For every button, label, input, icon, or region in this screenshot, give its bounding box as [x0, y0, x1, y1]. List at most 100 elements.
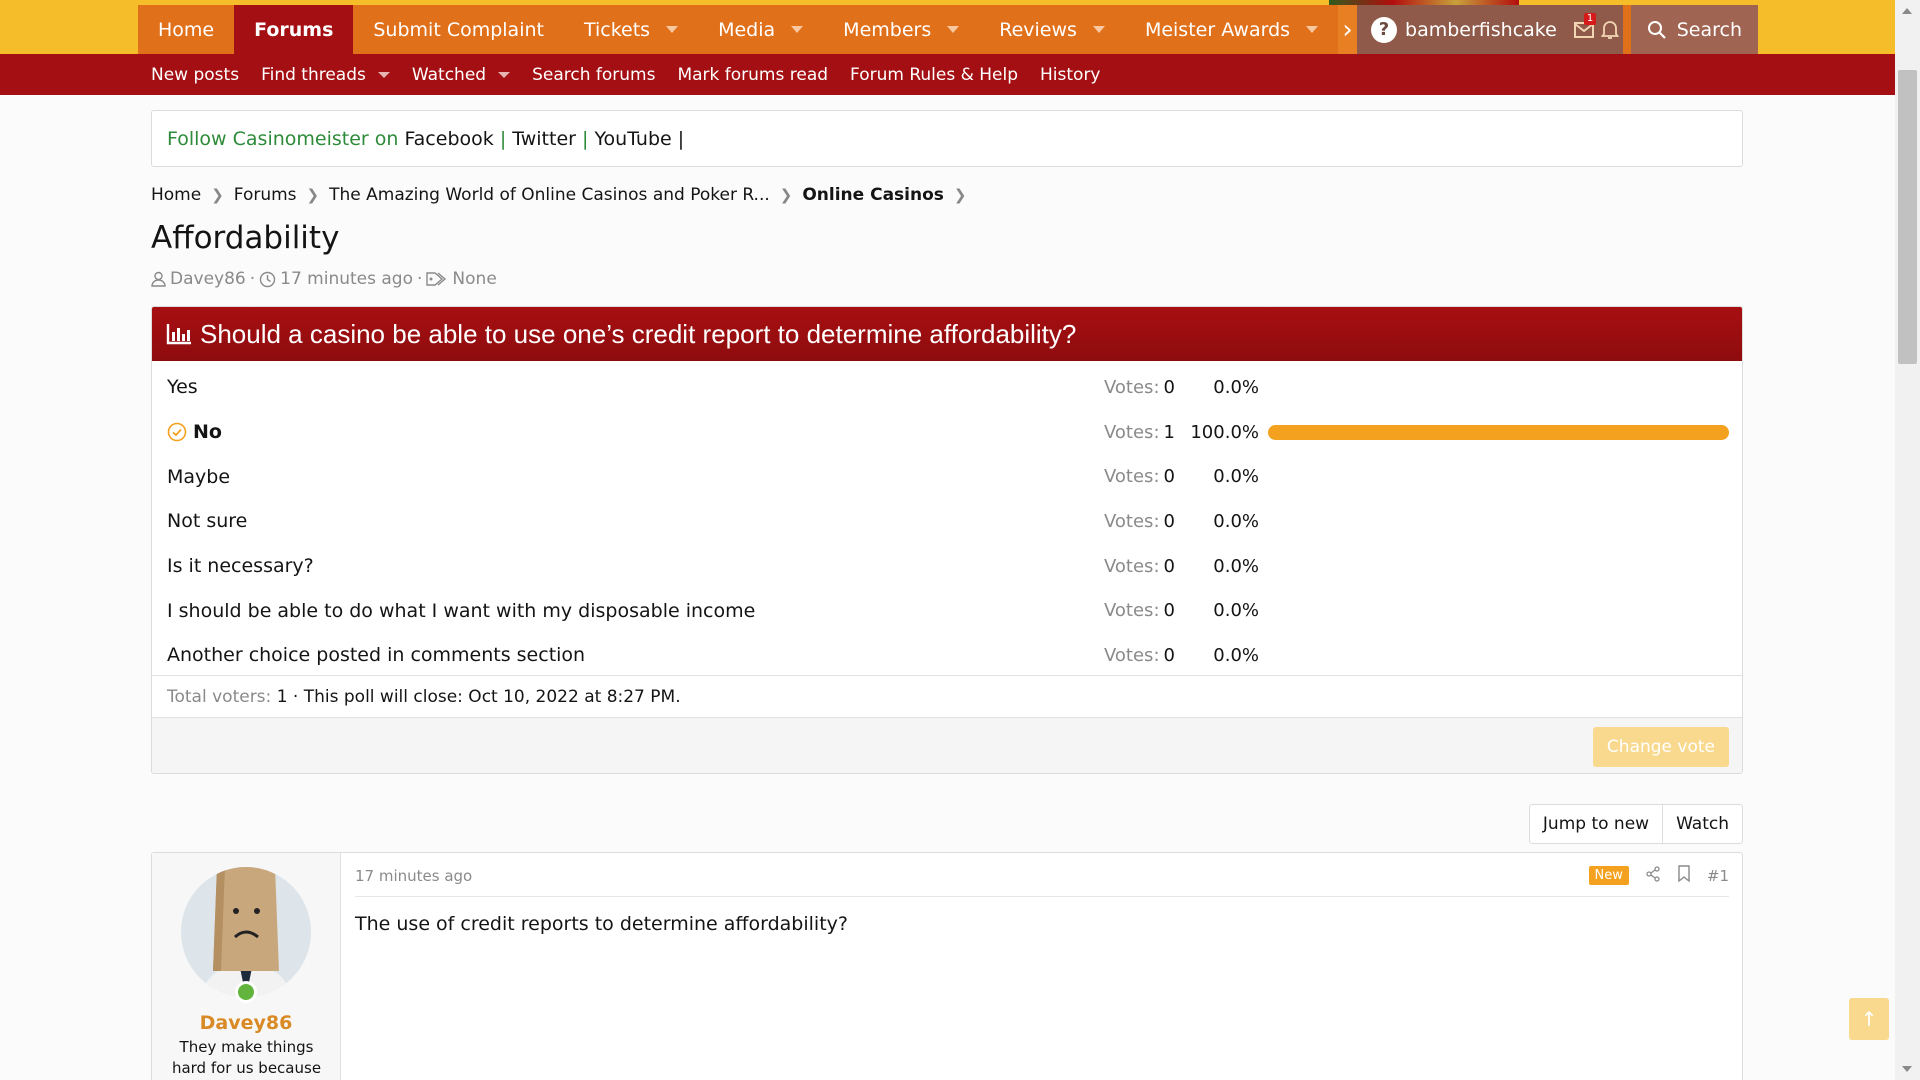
- votes-count: 0: [1163, 644, 1175, 666]
- breadcrumb: Home ❯ Forums ❯ The Amazing World of Onl…: [151, 185, 976, 205]
- tab-submit-complaint[interactable]: Submit Complaint: [353, 5, 564, 54]
- chevron-down-icon[interactable]: [666, 26, 679, 33]
- inbox-button[interactable]: 1: [1570, 5, 1597, 54]
- subnav-label: New posts: [151, 64, 240, 85]
- bookmark-icon[interactable]: [1677, 865, 1691, 886]
- thread-meta: Davey86 · 17 minutes ago · None: [151, 269, 497, 289]
- poll-option-label: Not sure: [167, 510, 248, 533]
- tab-tickets[interactable]: Tickets: [564, 5, 698, 54]
- subnav-search-forums[interactable]: Search forums: [532, 65, 655, 85]
- post-number[interactable]: #1: [1707, 867, 1729, 885]
- alerts-button[interactable]: [1596, 5, 1623, 54]
- tab-media[interactable]: Media: [698, 5, 823, 54]
- poll-option: Maybe Votes: 0 0.0%: [152, 454, 1742, 499]
- primary-nav-bar: Home Forums Submit Complaint Tickets Med…: [138, 5, 1758, 54]
- breadcrumb-category[interactable]: The Amazing World of Online Casinos and …: [329, 185, 770, 205]
- chevron-down-icon[interactable]: [791, 26, 804, 33]
- scroll-down-icon[interactable]: [1902, 1066, 1912, 1072]
- facebook-link[interactable]: Facebook: [404, 128, 493, 150]
- jump-to-new-button[interactable]: Jump to new: [1530, 805, 1662, 843]
- chevron-down-icon[interactable]: [947, 26, 960, 33]
- search-label: Search: [1676, 18, 1742, 41]
- poll-option-bar: [1268, 514, 1729, 529]
- votes-count: 0: [1163, 376, 1175, 398]
- poll-option-label: Maybe: [167, 465, 231, 488]
- primary-nav: Home Forums Submit Complaint Tickets Med…: [0, 5, 1895, 54]
- tab-home[interactable]: Home: [138, 5, 234, 54]
- divider: [355, 896, 1729, 897]
- share-icon[interactable]: [1645, 865, 1661, 886]
- subnav-label: Mark forums read: [677, 64, 829, 85]
- scroll-to-top-button[interactable]: ↑: [1849, 998, 1889, 1040]
- follow-prefix: Follow Casinomeister on: [167, 127, 399, 150]
- poll-options: Yes Votes: 0 0.0% No Votes: 1 100.0% Maybe…: [152, 361, 1742, 678]
- scrollbar[interactable]: [1895, 0, 1920, 1080]
- poll-option-label-wrap: No: [167, 421, 222, 443]
- poll-option-bar: [1268, 380, 1729, 395]
- inbox-badge: 1: [1583, 13, 1597, 25]
- separator: |: [582, 127, 589, 150]
- watch-button[interactable]: Watch: [1662, 805, 1742, 843]
- post-time[interactable]: 17 minutes ago: [355, 867, 472, 885]
- poll-option-selected: No Votes: 1 100.0%: [152, 410, 1742, 455]
- thread-time[interactable]: 17 minutes ago: [280, 269, 413, 289]
- tab-meister-awards[interactable]: Meister Awards: [1125, 5, 1338, 54]
- tab-forums[interactable]: Forums: [234, 5, 354, 54]
- total-voters-value: 1: [276, 686, 288, 707]
- post-body: The use of credit reports to determine a…: [355, 913, 848, 935]
- poll-close-text: · This poll will close: Oct 10, 2022 at …: [292, 686, 681, 707]
- thread-author[interactable]: Davey86: [170, 269, 246, 289]
- subnav-mark-forums-read[interactable]: Mark forums read: [677, 65, 828, 85]
- follow-notice: Follow Casinomeister on Facebook | Twitt…: [151, 110, 1743, 167]
- youtube-link[interactable]: YouTube: [594, 128, 671, 150]
- votes-label: Votes:: [1104, 421, 1160, 443]
- poll-option-votes: Votes: 1: [1104, 422, 1175, 443]
- subnav-label: Watched: [411, 64, 487, 85]
- subnav-new-posts[interactable]: New posts: [151, 65, 239, 85]
- twitter-link[interactable]: Twitter: [512, 128, 576, 150]
- poll-option-percent: 0.0%: [1213, 466, 1259, 488]
- votes-label: Votes:: [1104, 644, 1160, 666]
- poll-option-bar: [1268, 603, 1729, 618]
- user-title: They make things hard for us because: [171, 1038, 322, 1077]
- scroll-up-icon[interactable]: [1902, 8, 1912, 14]
- chevron-right-icon: ❯: [306, 186, 320, 204]
- tab-members[interactable]: Members: [823, 5, 979, 54]
- poll-option-percent: 0.0%: [1213, 644, 1259, 666]
- chevron-down-icon[interactable]: [377, 71, 390, 78]
- user-menu[interactable]: ? bamberfishcake: [1357, 5, 1571, 54]
- scrollbar-thumb[interactable]: [1898, 70, 1917, 364]
- post-tools: New #1: [1588, 865, 1729, 886]
- subnav-forum-rules[interactable]: Forum Rules & Help: [850, 65, 1018, 85]
- tags-icon: [426, 272, 447, 286]
- breadcrumb-online-casinos[interactable]: Online Casinos: [802, 185, 944, 205]
- poll-option: Yes Votes: 0 0.0%: [152, 365, 1742, 410]
- poll-option-label: Yes: [167, 376, 198, 399]
- votes-label: Votes:: [1104, 510, 1160, 532]
- subnav-watched[interactable]: Watched: [411, 64, 511, 85]
- breadcrumb-forums[interactable]: Forums: [234, 185, 297, 205]
- chevron-down-icon[interactable]: [1092, 26, 1105, 33]
- avatar[interactable]: [181, 867, 311, 997]
- subnav-find-threads[interactable]: Find threads: [261, 65, 390, 85]
- search-button[interactable]: Search: [1630, 5, 1758, 54]
- poll-chart-icon: [166, 324, 191, 345]
- tab-label: Members: [843, 18, 932, 41]
- total-voters-label: Total voters:: [167, 686, 272, 707]
- post-user-panel: Davey86 They make things hard for us bec…: [152, 853, 341, 1080]
- chevron-right-icon: ❯: [953, 186, 967, 204]
- tab-label: Reviews: [999, 18, 1077, 41]
- post-username[interactable]: Davey86: [152, 1012, 340, 1034]
- breadcrumb-home[interactable]: Home: [151, 185, 201, 205]
- tab-label: Tickets: [583, 18, 651, 41]
- subnav-label: Find threads: [261, 64, 366, 85]
- chevron-down-icon[interactable]: [498, 71, 511, 78]
- poll-option-votes: Votes: 0: [1104, 377, 1175, 398]
- poll-option-bar: [1268, 648, 1729, 663]
- change-vote-button[interactable]: Change vote: [1592, 727, 1729, 767]
- subnav-history[interactable]: History: [1040, 65, 1100, 85]
- tab-reviews[interactable]: Reviews: [979, 5, 1125, 54]
- nav-more-button[interactable]: ›: [1338, 5, 1358, 54]
- chevron-down-icon[interactable]: [1306, 26, 1319, 33]
- thread-tags: None: [452, 269, 497, 289]
